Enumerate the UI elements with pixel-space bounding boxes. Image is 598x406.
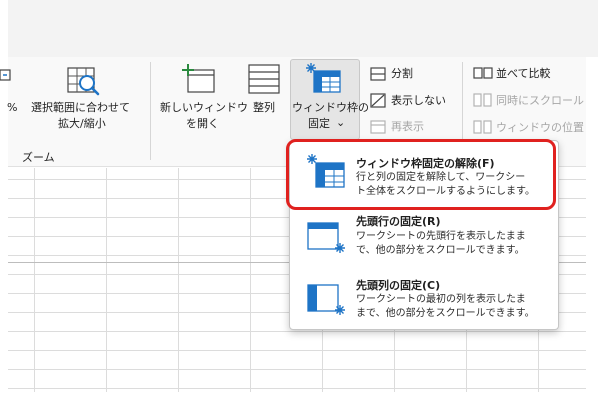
reset-position-icon — [473, 120, 492, 134]
arrange-all-icon[interactable] — [248, 64, 280, 94]
menu-item-title: 先頭行の固定(R) — [356, 215, 441, 228]
side-by-side-icon[interactable] — [473, 66, 493, 80]
menu-item-title: 先頭列の固定(C) — [356, 279, 441, 292]
zoom-100-icon[interactable] — [0, 66, 14, 96]
freeze-first-column-icon — [307, 284, 345, 315]
title-bar-area — [8, 0, 598, 57]
reset-position-label: ウィンドウの位置 — [496, 121, 584, 134]
menu-item-desc-1: ワークシートの最初の列を表示したま — [356, 294, 526, 305]
freeze-panes-label-1: ウィンドウ枠の — [292, 101, 369, 114]
menu-item-freeze-top-row[interactable]: 先頭行の固定(R) ワークシートの先頭行を表示したまま で、他の部分をスクロール… — [290, 211, 558, 273]
zoom-group-label: ズーム — [22, 151, 55, 164]
unhide-icon — [370, 120, 386, 134]
highlight-annotation — [286, 139, 556, 210]
side-by-side-label[interactable]: 並べて比較 — [496, 67, 551, 81]
zoom-selection-label-2[interactable]: 拡大/縮小 — [58, 117, 106, 131]
freeze-panes-icon — [306, 63, 341, 93]
unhide-label: 再表示 — [391, 120, 424, 133]
menu-item-desc-2: まで、他の部分をスクロールできます。 — [356, 308, 535, 319]
new-window-icon[interactable] — [180, 62, 216, 94]
zoom-to-selection-icon[interactable] — [67, 66, 101, 98]
sync-scroll-icon — [473, 93, 492, 107]
zoom-percent-label[interactable]: % — [7, 101, 17, 115]
group-separator — [150, 62, 151, 160]
arrange-label[interactable]: 整列 — [253, 101, 275, 115]
menu-item-desc-2: で、他の部分をスクロールできます。 — [356, 245, 525, 256]
group-separator — [462, 62, 463, 140]
split-icon[interactable] — [370, 67, 386, 81]
freeze-top-row-icon — [307, 222, 345, 253]
new-window-label-2[interactable]: を開く — [186, 117, 219, 131]
zoom-selection-label-1[interactable]: 選択範囲に合わせて — [31, 101, 130, 115]
sync-scroll-label: 同時にスクロール — [496, 94, 584, 107]
menu-item-freeze-first-column[interactable]: 先頭列の固定(C) ワークシートの最初の列を表示したま まで、他の部分をスクロー… — [290, 273, 558, 329]
freeze-panes-label-2: 固定 — [308, 117, 330, 130]
menu-item-desc-1: ワークシートの先頭行を表示したまま — [356, 231, 526, 242]
hide-label[interactable]: 表示しない — [391, 94, 446, 108]
new-window-label-1[interactable]: 新しいウィンドウ — [160, 101, 248, 115]
hide-icon[interactable] — [370, 93, 386, 108]
split-label[interactable]: 分割 — [391, 67, 413, 81]
chevron-down-icon: ⌄ — [336, 116, 346, 129]
